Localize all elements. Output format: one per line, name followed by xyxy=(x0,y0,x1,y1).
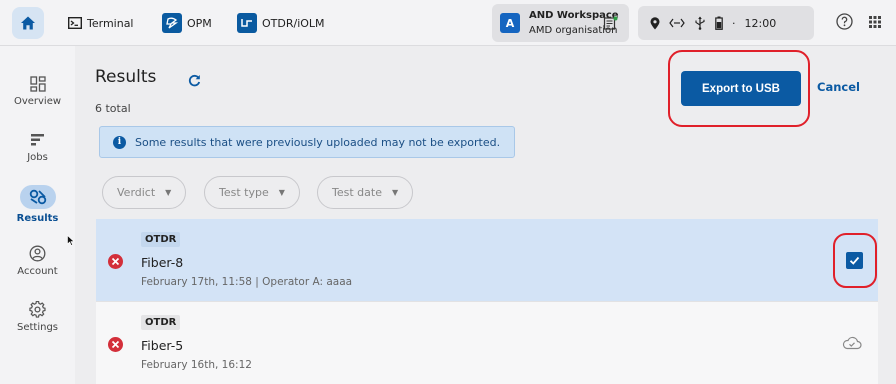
filter-label: Test date xyxy=(332,186,382,199)
usb-icon xyxy=(694,16,706,30)
sidebar-item-results[interactable]: Results xyxy=(0,185,75,224)
workspace-avatar: A xyxy=(500,13,520,33)
result-row[interactable]: OTDR Fiber-5 February 16th, 16:12 xyxy=(96,301,878,384)
account-icon xyxy=(0,245,75,262)
sidebar-item-label: Jobs xyxy=(27,152,48,163)
jobs-icon xyxy=(0,132,75,148)
fail-icon xyxy=(108,337,123,352)
terminal-icon xyxy=(68,17,82,29)
location-icon xyxy=(650,16,660,30)
network-icon xyxy=(669,18,685,28)
chevron-down-icon: ▼ xyxy=(391,188,399,197)
status-separator: · xyxy=(732,16,736,30)
status-bar[interactable]: · 12:00 xyxy=(638,6,814,40)
result-meta: February 16th, 16:12 xyxy=(141,359,252,371)
help-icon[interactable] xyxy=(836,13,853,34)
results-icon xyxy=(19,185,56,209)
result-row[interactable]: OTDR Fiber-8 February 17th, 11:58 | Oper… xyxy=(96,219,878,301)
tab-opm[interactable]: OPM xyxy=(162,10,212,36)
page-title: Results xyxy=(95,67,157,87)
sidebar-item-label: Results xyxy=(16,213,59,224)
info-banner: i Some results that were previously uplo… xyxy=(99,126,515,158)
otdr-icon xyxy=(237,13,257,33)
filter-test-type[interactable]: Test type ▼ xyxy=(204,176,300,209)
filter-test-date[interactable]: Test date ▼ xyxy=(317,176,414,209)
chevron-down-icon: ▼ xyxy=(278,188,285,197)
gear-icon xyxy=(0,301,75,318)
result-type-badge: OTDR xyxy=(141,232,181,247)
result-name: Fiber-5 xyxy=(141,338,184,353)
sidebar-item-label: Overview xyxy=(13,96,62,107)
result-meta: February 17th, 11:58 | Operator A: aaaa xyxy=(141,276,353,288)
results-total: 6 total xyxy=(95,102,131,115)
tab-terminal-label: Terminal xyxy=(87,16,134,30)
tab-opm-label: OPM xyxy=(187,16,212,30)
main-content: Results 6 total Export to USB Cancel i S… xyxy=(75,46,896,384)
refresh-icon[interactable] xyxy=(188,72,201,91)
clock: 12:00 xyxy=(744,16,777,30)
select-checkbox[interactable] xyxy=(846,252,863,269)
home-icon xyxy=(21,16,35,30)
fail-icon xyxy=(108,254,123,269)
chevron-down-icon: ▼ xyxy=(165,188,172,197)
tab-otdr-label: OTDR/iOLM xyxy=(262,16,325,30)
power-meter-icon xyxy=(162,13,182,33)
export-to-usb-button[interactable]: Export to USB xyxy=(681,71,801,106)
sidebar-item-settings[interactable]: Settings xyxy=(0,301,75,333)
filter-label: Test type xyxy=(219,186,269,199)
cancel-button[interactable]: Cancel xyxy=(817,80,860,94)
filter-verdict[interactable]: Verdict ▼ xyxy=(102,176,187,209)
tab-otdr[interactable]: OTDR/iOLM xyxy=(237,10,325,36)
sidebar: Overview Jobs Results Account Settings xyxy=(0,46,75,384)
filter-label: Verdict xyxy=(117,186,156,199)
sidebar-item-label: Settings xyxy=(16,322,58,333)
sidebar-item-jobs[interactable]: Jobs xyxy=(0,132,75,163)
result-name: Fiber-8 xyxy=(141,255,184,270)
mouse-cursor-icon xyxy=(67,231,75,250)
checkmark-icon xyxy=(849,256,860,265)
sidebar-item-overview[interactable]: Overview xyxy=(0,76,75,107)
workspace-switcher[interactable]: A AND Workspace AMD organisation xyxy=(492,4,629,42)
overview-icon xyxy=(0,76,75,92)
result-type-badge: OTDR xyxy=(141,315,181,330)
sidebar-item-label: Account xyxy=(17,266,58,277)
cloud-check-icon xyxy=(842,335,862,354)
info-message: Some results that were previously upload… xyxy=(135,135,501,149)
top-bar: Terminal OPM OTDR/iOLM A AND Workspace A… xyxy=(0,0,896,46)
note-icon[interactable] xyxy=(603,16,618,35)
info-icon: i xyxy=(113,135,126,149)
apps-grid-icon[interactable] xyxy=(868,14,882,33)
tab-terminal[interactable]: Terminal xyxy=(68,10,134,36)
home-button[interactable] xyxy=(12,7,44,39)
battery-icon xyxy=(715,16,723,30)
sidebar-item-account[interactable]: Account xyxy=(0,245,75,277)
